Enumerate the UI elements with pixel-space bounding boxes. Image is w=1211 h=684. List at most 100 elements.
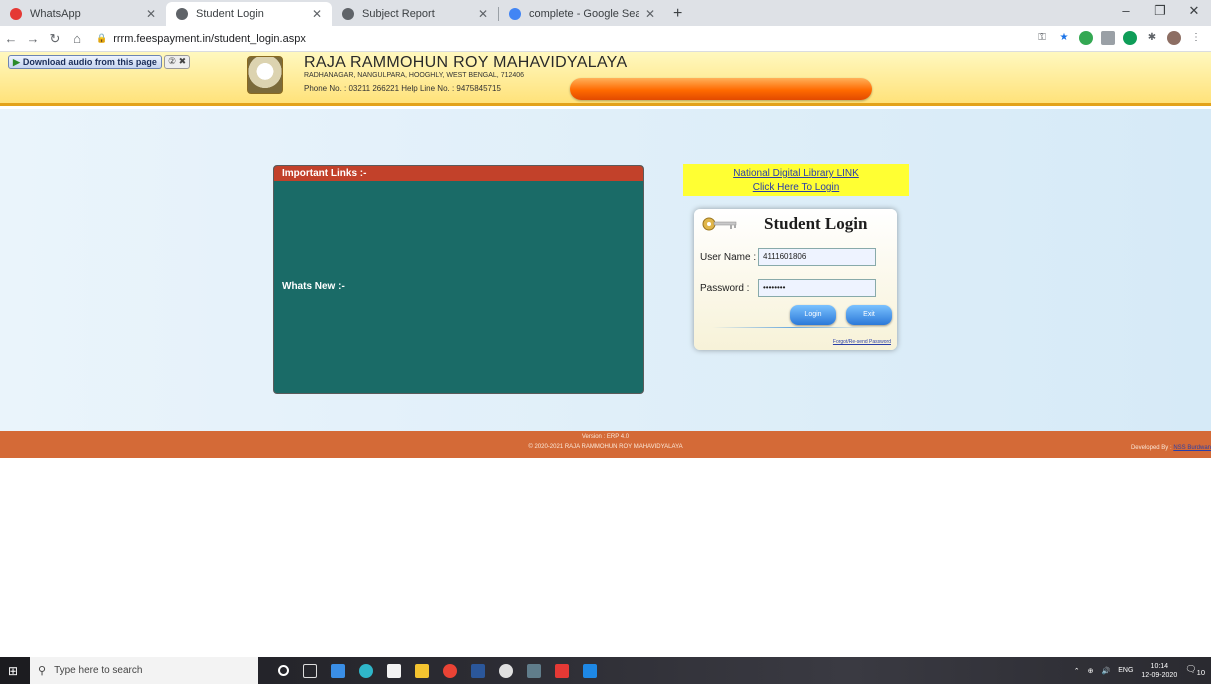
clock-date: 12-09-2020 xyxy=(1141,671,1178,679)
close-icon[interactable]: ✕ xyxy=(478,7,488,21)
divider xyxy=(712,327,872,328)
college-address: RADHANAGAR, NANGULPARA, HOOGHLY, WEST BE… xyxy=(304,72,525,79)
version-text: Version : ERP 4.0 xyxy=(581,434,630,440)
windows-start-icon[interactable]: ⊞ xyxy=(0,657,26,684)
page-blank-area xyxy=(0,458,1211,657)
search-placeholder: Type here to search xyxy=(54,665,143,676)
tab-label: WhatsApp xyxy=(30,8,81,20)
copyright-text: © 2020-2021 RAJA RAMMOHUN ROY MAHAVIDYAL… xyxy=(528,444,683,450)
tab-subject-report[interactable]: Subject Report ✕ xyxy=(332,2,498,26)
close-icon[interactable]: ✕ xyxy=(146,7,156,21)
extension-icons: ⚿ ★ ✱ ⋮ xyxy=(1035,31,1203,45)
exit-button[interactable]: Exit xyxy=(846,305,892,325)
address-bar-row: ← → ↻ ⌂ 🔒 rrrm.feespayment.in/student_lo… xyxy=(0,26,1211,52)
login-title: Student Login xyxy=(764,214,868,233)
tab-label: Student Login xyxy=(196,8,264,20)
college-phone: Phone No. : 03211 266221 Help Line No. :… xyxy=(304,84,501,93)
important-links-title: Important Links :- xyxy=(274,166,643,181)
network-icon[interactable]: ⊕ xyxy=(1088,667,1094,675)
close-icon[interactable]: ✕ xyxy=(312,7,322,21)
important-links-panel: Important Links :- Whats New :- xyxy=(273,165,644,394)
keys-icon xyxy=(702,217,737,231)
college-logo xyxy=(247,56,283,94)
cortana-icon[interactable] xyxy=(278,665,289,676)
tab-student-login[interactable]: Student Login ✕ xyxy=(166,2,332,26)
whatsapp-favicon-icon xyxy=(10,8,22,20)
taskbar-apps xyxy=(278,663,597,678)
home-icon[interactable]: ⌂ xyxy=(66,31,88,46)
clock-time: 10:14 xyxy=(1150,662,1169,670)
username-field[interactable]: 4111601806 xyxy=(758,248,876,266)
site-header: ▶ Download audio from this page ② ✖ RAJA… xyxy=(0,52,1211,106)
globe-favicon-icon xyxy=(176,8,188,20)
download-audio-label: Download audio from this page xyxy=(22,57,157,67)
ndl-box: National Digital Library LINK Click Here… xyxy=(683,164,909,196)
developed-by-label: Developed By : xyxy=(1130,445,1174,451)
developer-link[interactable]: NSS Burdwan xyxy=(1173,445,1211,451)
developed-by: Developed By : NSS Burdwan xyxy=(1131,445,1211,451)
tab-whatsapp[interactable]: WhatsApp ✕ xyxy=(0,2,166,26)
puzzle-icon[interactable]: ✱ xyxy=(1145,31,1159,45)
word-icon[interactable] xyxy=(471,663,485,678)
student-login-box: Student Login User Name : 4111601806 Pas… xyxy=(694,209,897,350)
main-content: Important Links :- Whats New :- National… xyxy=(0,109,1211,431)
page-footer: Version : ERP 4.0 © 2020-2021 RAJA RAMMO… xyxy=(0,431,1211,458)
forgot-password-link[interactable]: Forgot/Re-send Password xyxy=(833,339,891,345)
window-controls: – ❐ ✕ xyxy=(1109,0,1211,22)
close-icon[interactable]: ✕ xyxy=(645,7,655,21)
store-icon[interactable] xyxy=(387,663,401,678)
globe-favicon-icon xyxy=(342,8,354,20)
windows-taskbar: ⊞ ⚲ Type here to search ⌃ ⊕ 🔊 ENG 10:14 … xyxy=(0,657,1211,684)
language-indicator[interactable]: ENG xyxy=(1118,667,1133,674)
menu-kebab-icon[interactable]: ⋮ xyxy=(1189,31,1203,45)
back-arrow-icon[interactable]: ← xyxy=(0,31,22,46)
chevron-up-icon[interactable]: ⌃ xyxy=(1074,667,1080,675)
reload-icon[interactable]: ↻ xyxy=(44,31,66,47)
volume-icon[interactable]: 🔊 xyxy=(1102,667,1111,675)
close-window-icon[interactable]: ✕ xyxy=(1177,0,1211,22)
whats-new-label: Whats New :- xyxy=(282,281,345,292)
calculator-icon[interactable] xyxy=(527,663,541,678)
download-audio-controls[interactable]: ② ✖ xyxy=(164,55,191,69)
taskbar-search[interactable]: ⚲ Type here to search xyxy=(30,657,258,684)
edge-icon[interactable] xyxy=(359,663,373,678)
tab-google-search[interactable]: complete - Google Search ✕ xyxy=(499,2,665,26)
acrobat-icon[interactable] xyxy=(555,663,569,678)
username-label: User Name : xyxy=(700,252,757,263)
clock[interactable]: 10:14 12-09-2020 xyxy=(1141,662,1177,680)
search-icon: ⚲ xyxy=(38,665,47,677)
extension-green-icon[interactable] xyxy=(1079,31,1093,45)
forward-arrow-icon[interactable]: → xyxy=(22,31,44,46)
extension-teal-icon[interactable] xyxy=(1123,31,1137,45)
app-icon[interactable] xyxy=(499,663,513,678)
password-field[interactable]: •••••••• xyxy=(758,279,876,297)
key-icon[interactable]: ⚿ xyxy=(1035,31,1049,45)
notification-count: 10 xyxy=(1196,667,1205,677)
system-tray: ⌃ ⊕ 🔊 ENG 10:14 12-09-2020 🗨10 xyxy=(1074,657,1205,684)
download-audio-button[interactable]: ▶ Download audio from this page xyxy=(8,55,162,69)
browser-tab-strip: WhatsApp ✕ Student Login ✕ Subject Repor… xyxy=(0,0,1211,26)
mail-icon[interactable] xyxy=(331,663,345,678)
photos-icon[interactable] xyxy=(583,663,597,678)
task-view-icon[interactable] xyxy=(303,663,317,678)
ndl-login-link[interactable]: Click Here To Login xyxy=(683,181,909,195)
play-icon: ▶ xyxy=(13,56,20,67)
tab-label: complete - Google Search xyxy=(529,8,639,20)
lock-icon: 🔒 xyxy=(96,33,108,43)
file-explorer-icon[interactable] xyxy=(415,663,429,678)
tab-label: Subject Report xyxy=(362,8,435,20)
notification-icon[interactable]: 🗨10 xyxy=(1185,664,1205,677)
login-button[interactable]: Login xyxy=(790,305,836,325)
college-name: RAJA RAMMOHUN ROY MAHAVIDYALAYA xyxy=(304,54,628,71)
star-icon[interactable]: ★ xyxy=(1057,31,1071,45)
url-field[interactable]: 🔒 rrrm.feespayment.in/student_login.aspx xyxy=(96,33,306,45)
ndl-link[interactable]: National Digital Library LINK xyxy=(683,167,909,181)
password-label: Password : xyxy=(700,283,750,294)
restore-icon[interactable]: ❐ xyxy=(1143,0,1177,22)
minimize-icon[interactable]: – xyxy=(1109,0,1143,22)
url-text: rrrm.feespayment.in/student_login.aspx xyxy=(113,32,306,45)
avatar[interactable] xyxy=(1167,31,1181,45)
chrome-icon[interactable] xyxy=(443,663,457,678)
new-tab-button[interactable]: + xyxy=(673,5,682,23)
extension-page-icon[interactable] xyxy=(1101,31,1115,45)
